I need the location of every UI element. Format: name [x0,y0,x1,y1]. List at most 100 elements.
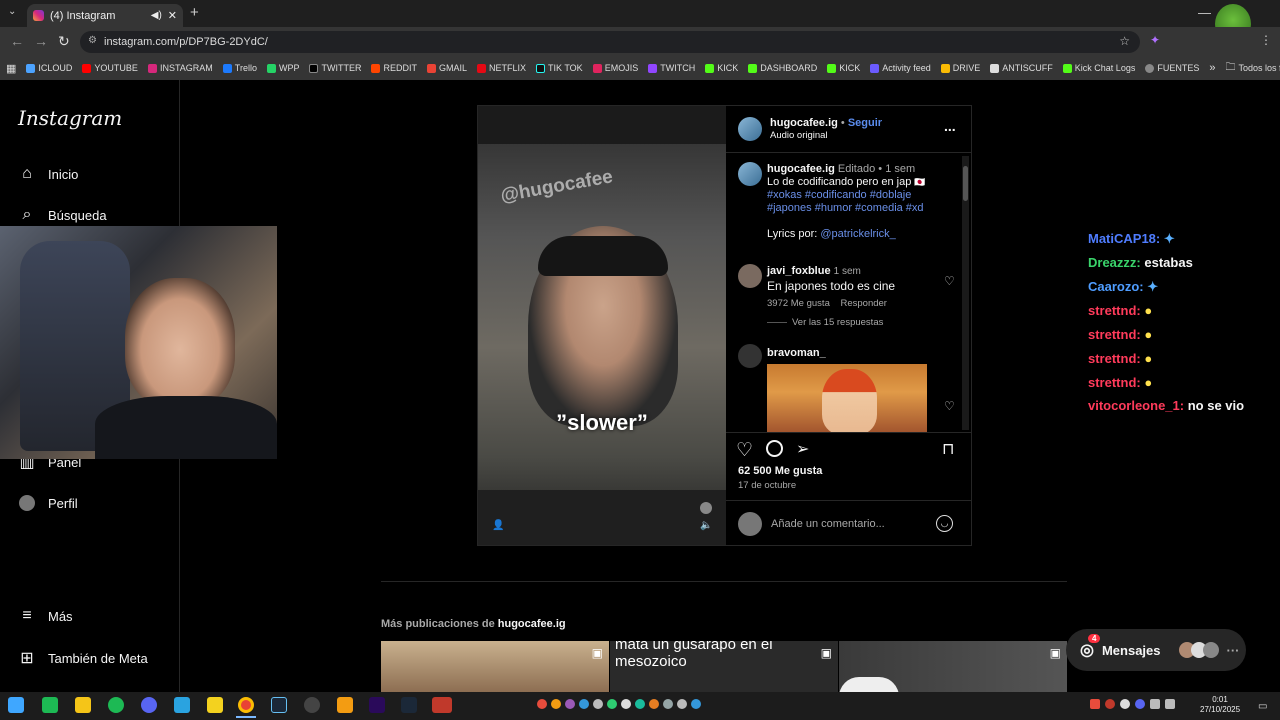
bookmark-fuentes[interactable]: FUENTES [1145,63,1199,73]
comment-input[interactable]: Añade un comentario... [771,518,885,530]
more-options-icon[interactable]: ... [944,118,956,134]
apps-icon[interactable]: ▦ [6,62,16,75]
volume-icon[interactable]: 🔈 [700,520,712,531]
more-post-thumbnail[interactable]: ▣ [381,641,609,692]
taskbar-clock[interactable]: 0:01 27/10/2025 [1200,695,1240,715]
steam-icon[interactable] [271,697,287,713]
bookmark-tiktok[interactable]: TIK TOK [536,63,583,73]
commenter-avatar[interactable] [738,264,762,288]
comments-scroll-thumb[interactable] [963,166,968,201]
author-username[interactable]: hugocafee.ig [770,117,838,129]
commenter-avatar[interactable] [738,344,762,368]
gif-character [822,369,877,432]
comment-gif-image[interactable] [767,364,927,432]
bookmark-reddit[interactable]: REDDIT [371,63,417,73]
emoji-icon[interactable]: ◡ [936,515,953,532]
view-replies-button[interactable]: Ver las 15 respuestas [792,317,883,328]
bookmark-kick[interactable]: KICK [705,63,738,73]
more-post-thumbnail[interactable]: mata un gusarapo en el mesozoico ▣ [610,641,838,692]
taskbar-app-icon[interactable] [337,697,353,713]
messages-button[interactable]: ◎ 4 Mensajes ··· [1066,629,1246,671]
bookmark-star-icon[interactable]: ☆ [1119,34,1130,48]
windows-start-icon[interactable] [8,697,24,713]
sidebar-item-busqueda[interactable]: ⌕ Búsqueda [18,206,107,224]
tab-title: (4) Instagram [50,9,116,22]
browser-tab[interactable]: (4) Instagram ◀) ✕ [27,4,183,27]
save-bookmark-icon[interactable]: ⊓ [942,439,954,459]
caption-avatar[interactable] [738,162,762,186]
bookmark-antiscuff[interactable]: ANTISCUFF [990,63,1053,73]
like-comment-heart-icon[interactable]: ♡ [944,399,955,413]
bookmark-wpp[interactable]: WPP [266,63,299,73]
chrome-icon[interactable] [238,697,254,713]
minimize-button[interactable]: — [1198,5,1211,20]
author-avatar[interactable] [738,117,762,141]
bookmarks-overflow-button[interactable]: » [1209,62,1215,74]
video-progress-dot[interactable] [700,502,712,514]
chat-message: MatiCAP18: ✦ [1088,231,1175,247]
tab-search-icon[interactable]: ⌄ [8,6,16,17]
close-tab-icon[interactable]: ✕ [168,9,177,22]
caption-author[interactable]: hugocafee.ig [767,163,835,175]
comment-author[interactable]: bravoman_ [767,347,826,359]
discord-icon[interactable] [141,697,157,713]
bookmark-kick-chat-logs[interactable]: Kick Chat Logs [1062,63,1135,73]
bookmark-instagram[interactable]: INSTAGRAM [147,63,213,73]
like-comment-heart-icon[interactable]: ♡ [944,274,955,288]
obs-icon[interactable] [304,697,320,713]
post-likes[interactable]: 62 500 Me gusta [738,465,822,477]
chat-username: strettnd: [1088,375,1141,390]
bookmark-kick-2[interactable]: KICK [827,63,860,73]
address-bar[interactable]: ⚙ instagram.com/p/DP7BG-2DYdC/ ☆ [80,31,1140,53]
notifications-icon[interactable]: ▭ [1258,701,1267,712]
sidebar-item-inicio[interactable]: ⌂ Inicio [18,165,78,183]
back-button[interactable]: ← [10,33,24,49]
bookmark-youtube[interactable]: YOUTUBE [82,63,138,73]
spotify-icon[interactable] [108,697,124,713]
follow-button[interactable]: Seguir [848,117,882,129]
sidebar-item-mas[interactable]: ≡ Más [18,607,72,625]
notes-icon[interactable] [207,697,223,713]
bookmark-gmail[interactable]: GMAIL [426,63,467,73]
bookmark-twitch[interactable]: TWITCH [648,63,695,73]
comment-likes[interactable]: 3972 Me gusta [767,298,830,309]
taskbar-app-icon[interactable] [42,697,58,713]
lyrics-user-link[interactable]: @patrickelrick_ [820,228,895,240]
reload-button[interactable]: ↻ [58,33,70,50]
audio-label[interactable]: Audio original [770,130,828,141]
all-bookmarks-folder[interactable]: 🗀Todos los favoritos [1225,60,1280,77]
file-explorer-icon[interactable] [75,697,91,713]
sidebar-item-perfil[interactable]: Perfil [18,494,78,512]
forward-button[interactable]: → [34,33,48,49]
like-heart-icon[interactable]: ♡ [736,439,753,462]
steam-icon[interactable] [401,697,417,713]
bookmark-emojis[interactable]: EMOJIS [592,63,638,73]
menu-kebab-icon[interactable]: ⋮ [1260,33,1272,47]
share-send-icon[interactable]: ➢ [796,439,809,459]
comment-author[interactable]: javi_foxblue [767,265,831,277]
audio-icon[interactable]: ◀) [151,10,162,21]
bookmark-dashboard[interactable]: DASHBOARD [748,63,817,73]
comment-bubble-icon[interactable] [766,440,783,457]
telegram-icon[interactable] [174,697,190,713]
bookmark-netflix[interactable]: NETFLIX [476,63,526,73]
extension-icon[interactable]: ✦ [1150,33,1160,47]
caption-hashtags[interactable]: #xokas #codificando #doblaje #japones #h… [767,189,924,214]
comments-list: hugocafee.ig Editado • 1 sem Lo de codif… [726,154,971,432]
bookmark-icloud[interactable]: ICLOUD [26,63,72,73]
streamer-tool-icon[interactable] [432,697,452,713]
bookmark-trello[interactable]: Trello [222,63,257,73]
bookmark-activity-feed[interactable]: Activity feed [870,63,931,73]
bookmark-drive[interactable]: DRIVE [940,63,980,73]
premiere-icon[interactable] [369,697,385,713]
more-posts-user[interactable]: hugocafee.ig [498,618,566,630]
more-post-thumbnail[interactable]: ▣ [839,641,1067,692]
reply-button[interactable]: Responder [841,298,887,309]
new-tab-button[interactable]: + [190,4,199,21]
sidebar-item-tambien-de-meta[interactable]: ⊞ También de Meta [18,649,147,667]
reel-video[interactable]: @hugocafee ”slower” 👤 🔈 [478,106,726,545]
tagged-user-icon[interactable]: 👤 [492,520,504,531]
site-info-icon[interactable]: ⚙ [88,35,97,46]
instagram-logo[interactable]: Instagram [18,106,122,130]
bookmark-twitter[interactable]: TWITTER [309,63,361,73]
